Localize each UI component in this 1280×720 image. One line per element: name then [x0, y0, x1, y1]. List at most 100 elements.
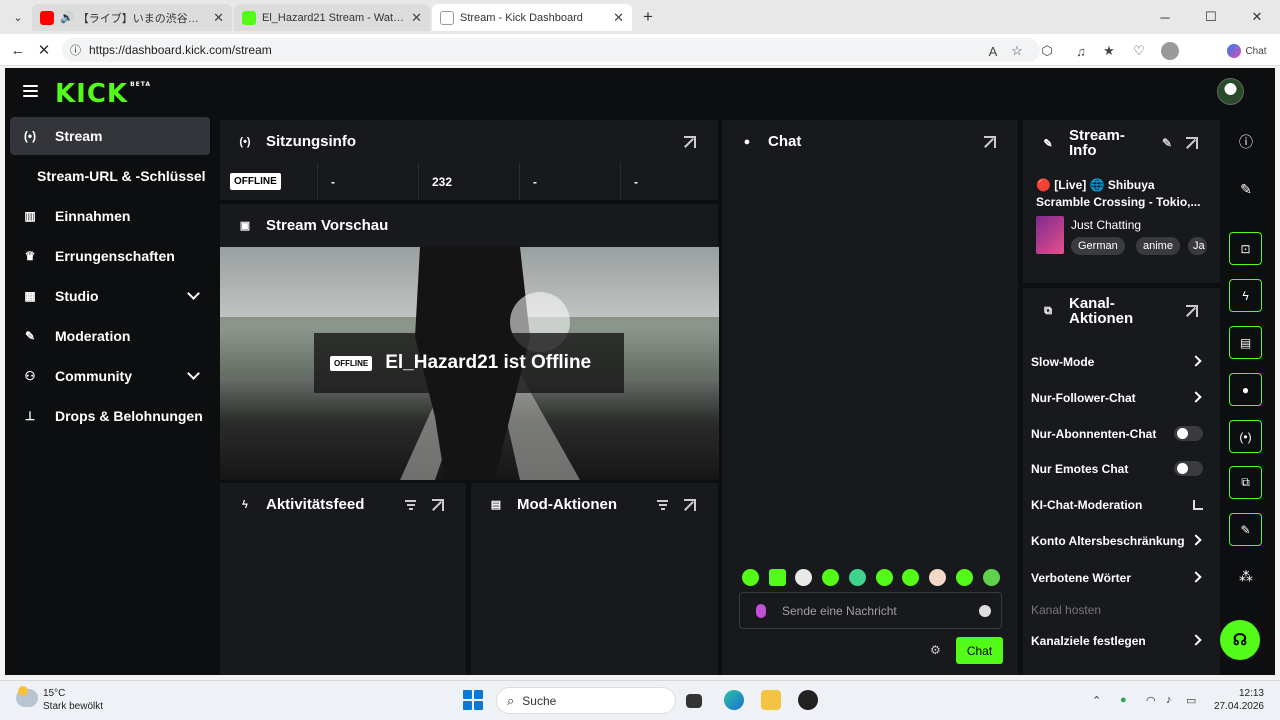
favorite-star-icon[interactable]: ☆ — [1008, 42, 1026, 60]
tray-overflow-icon[interactable]: ⌃ — [1092, 694, 1101, 707]
sidebar-item-revenue[interactable]: ▥ Einnahmen — [10, 197, 210, 235]
sidebar-item-stream[interactable]: (•) Stream — [10, 117, 210, 155]
sidebar-item-achievements[interactable]: ♛ Errungenschaften — [10, 237, 210, 275]
sidebar-item-community[interactable]: ⚇ Community — [10, 357, 210, 395]
user-avatar[interactable] — [1217, 78, 1244, 105]
emoji-icon[interactable] — [979, 605, 991, 617]
loading-icon — [440, 10, 454, 25]
stream-preview-panel: ▣ Stream Vorschau — [220, 204, 718, 247]
close-tab-icon[interactable]: ✕ — [411, 10, 422, 26]
info-icon[interactable]: ⓘ — [1236, 132, 1256, 152]
file-explorer-icon[interactable] — [761, 690, 781, 710]
weather-cloud-icon[interactable] — [16, 686, 38, 707]
favorites-icon[interactable]: ★ — [1100, 42, 1118, 60]
chevron-right-icon — [1190, 534, 1202, 546]
obs-app-icon[interactable] — [798, 690, 818, 710]
panel-title: Sitzungsinfo — [266, 133, 356, 150]
url-field[interactable]: ⓘ https://dashboard.kick.com/stream — [62, 38, 1040, 62]
emote-icon[interactable] — [902, 569, 919, 586]
action-banned-words[interactable]: Verbotene Wörter — [1031, 568, 1203, 588]
clock-date[interactable]: 27.04.2026 — [1214, 701, 1264, 712]
action-follower-chat[interactable]: Nur-Follower-Chat — [1031, 388, 1203, 408]
emote-icon[interactable] — [795, 569, 812, 586]
close-tab-icon[interactable]: ✕ — [613, 10, 624, 26]
tab-list-icon[interactable]: ⌄ — [8, 7, 28, 27]
expand-icon[interactable] — [984, 135, 996, 148]
copilot-chat-button[interactable]: Chat — [1224, 42, 1270, 60]
tab-youtube[interactable]: 🔊 【ライブ】いまの渋谷・スクランブル交 ✕ — [32, 4, 232, 31]
info-icon[interactable]: ⓘ — [70, 42, 81, 58]
reload-icon[interactable]: ✕ — [34, 40, 54, 60]
wrench-icon[interactable]: ✎ — [1229, 513, 1262, 546]
emote-icon[interactable] — [742, 569, 759, 586]
sidebar-item-studio[interactable]: ▦ Studio — [10, 277, 210, 315]
emote-icon[interactable] — [956, 569, 973, 586]
emote-icon[interactable] — [983, 569, 1000, 586]
expand-icon[interactable] — [432, 498, 444, 511]
sidebar-item-drops[interactable]: ⊥ Drops & Belohnungen — [10, 397, 210, 435]
clip-icon[interactable]: ⊡ — [1229, 232, 1262, 265]
expand-icon[interactable] — [684, 498, 696, 511]
speaker-icon[interactable]: 🔊 — [60, 11, 74, 24]
sidebar-item-moderation[interactable]: ✎ Moderation — [10, 317, 210, 355]
maximize-icon[interactable]: ☐ — [1188, 0, 1234, 34]
battery-icon[interactable]: ▭ — [1186, 694, 1196, 707]
copilot-heart-icon[interactable]: ♡ — [1130, 42, 1148, 60]
tab-kick-dashboard[interactable]: Stream - Kick Dashboard ✕ — [432, 4, 632, 31]
chat-message-input[interactable]: Sende eine Nachricht — [739, 592, 1002, 629]
expand-icon[interactable] — [684, 135, 696, 148]
emote-icon[interactable] — [822, 569, 839, 586]
logo-text: KICK — [55, 79, 129, 109]
minimize-icon[interactable]: ─ — [1142, 0, 1188, 34]
lightning-icon[interactable]: ϟ — [1229, 279, 1262, 312]
close-tab-icon[interactable]: ✕ — [213, 10, 224, 26]
filter-icon[interactable] — [657, 499, 668, 510]
chat-bubble-icon[interactable]: ● — [1229, 373, 1262, 406]
taskbar-search[interactable]: ⌕ Suche — [496, 687, 676, 714]
volume-icon[interactable]: ♪ — [1166, 694, 1172, 706]
emote-icon[interactable] — [769, 569, 786, 586]
wifi-icon[interactable]: ◠ — [1146, 694, 1156, 707]
tray-app-icon[interactable]: ● — [1120, 694, 1127, 706]
kick-logo[interactable]: KICK BETA — [55, 79, 151, 109]
apps-icon[interactable]: ⁂ — [1236, 566, 1256, 586]
filter-icon[interactable] — [405, 499, 416, 510]
expand-icon[interactable] — [1186, 305, 1198, 317]
task-view-icon[interactable] — [686, 694, 702, 708]
menu-icon[interactable] — [23, 85, 38, 97]
emote-icon[interactable] — [929, 569, 946, 586]
chat-settings-icon[interactable]: ⚙ — [930, 644, 942, 656]
action-ai-moderation[interactable]: KI-Chat-Moderation — [1031, 495, 1203, 515]
broadcast-icon[interactable]: (•) — [1229, 420, 1262, 453]
microphone-icon[interactable] — [756, 603, 766, 618]
clock-time[interactable]: 12:13 — [1239, 688, 1264, 699]
profile-icon[interactable] — [1161, 42, 1179, 60]
back-icon[interactable]: ← — [8, 40, 28, 60]
action-age-restriction[interactable]: Konto Altersbeschränkung — [1031, 531, 1203, 551]
windows-start-icon[interactable] — [463, 690, 483, 710]
expand-icon[interactable] — [1186, 137, 1198, 149]
emote-icon[interactable] — [876, 569, 893, 586]
sidebar-item-label: Stream-URL & -Schlüssel — [37, 168, 206, 184]
subscriber-chat-toggle[interactable] — [1174, 426, 1203, 441]
chat-bubble-icon: ● — [743, 135, 751, 148]
support-chat-button[interactable]: ☊ — [1220, 620, 1260, 660]
extensions-icon[interactable]: ⬡ — [1038, 42, 1056, 60]
action-label: Slow-Mode — [1031, 355, 1095, 369]
close-window-icon[interactable]: ✕ — [1234, 0, 1280, 34]
tab-kick-watch[interactable]: El_Hazard21 Stream - Watch Live ✕ — [234, 4, 430, 31]
layout-icon[interactable]: ⧉ — [1229, 466, 1262, 499]
emote-icon[interactable] — [849, 569, 866, 586]
chat-send-button[interactable]: Chat — [956, 637, 1003, 664]
edit-pencil-icon[interactable]: ✎ — [1162, 136, 1172, 150]
edge-browser-icon[interactable] — [724, 690, 744, 710]
emote-chat-toggle[interactable] — [1174, 461, 1203, 476]
browser-essentials-icon[interactable]: ♫ — [1072, 42, 1090, 60]
sidebar-item-stream-key[interactable]: Stream-URL & -Schlüssel — [10, 157, 210, 195]
action-slow-mode[interactable]: Slow-Mode — [1031, 352, 1203, 372]
edit-icon[interactable]: ✎ — [1236, 179, 1256, 199]
read-aloud-icon[interactable]: A — [984, 42, 1002, 60]
notes-icon[interactable]: ▤ — [1229, 326, 1262, 359]
new-tab-icon[interactable]: + — [638, 7, 658, 27]
action-channel-goals[interactable]: Kanalziele festlegen — [1031, 631, 1203, 651]
